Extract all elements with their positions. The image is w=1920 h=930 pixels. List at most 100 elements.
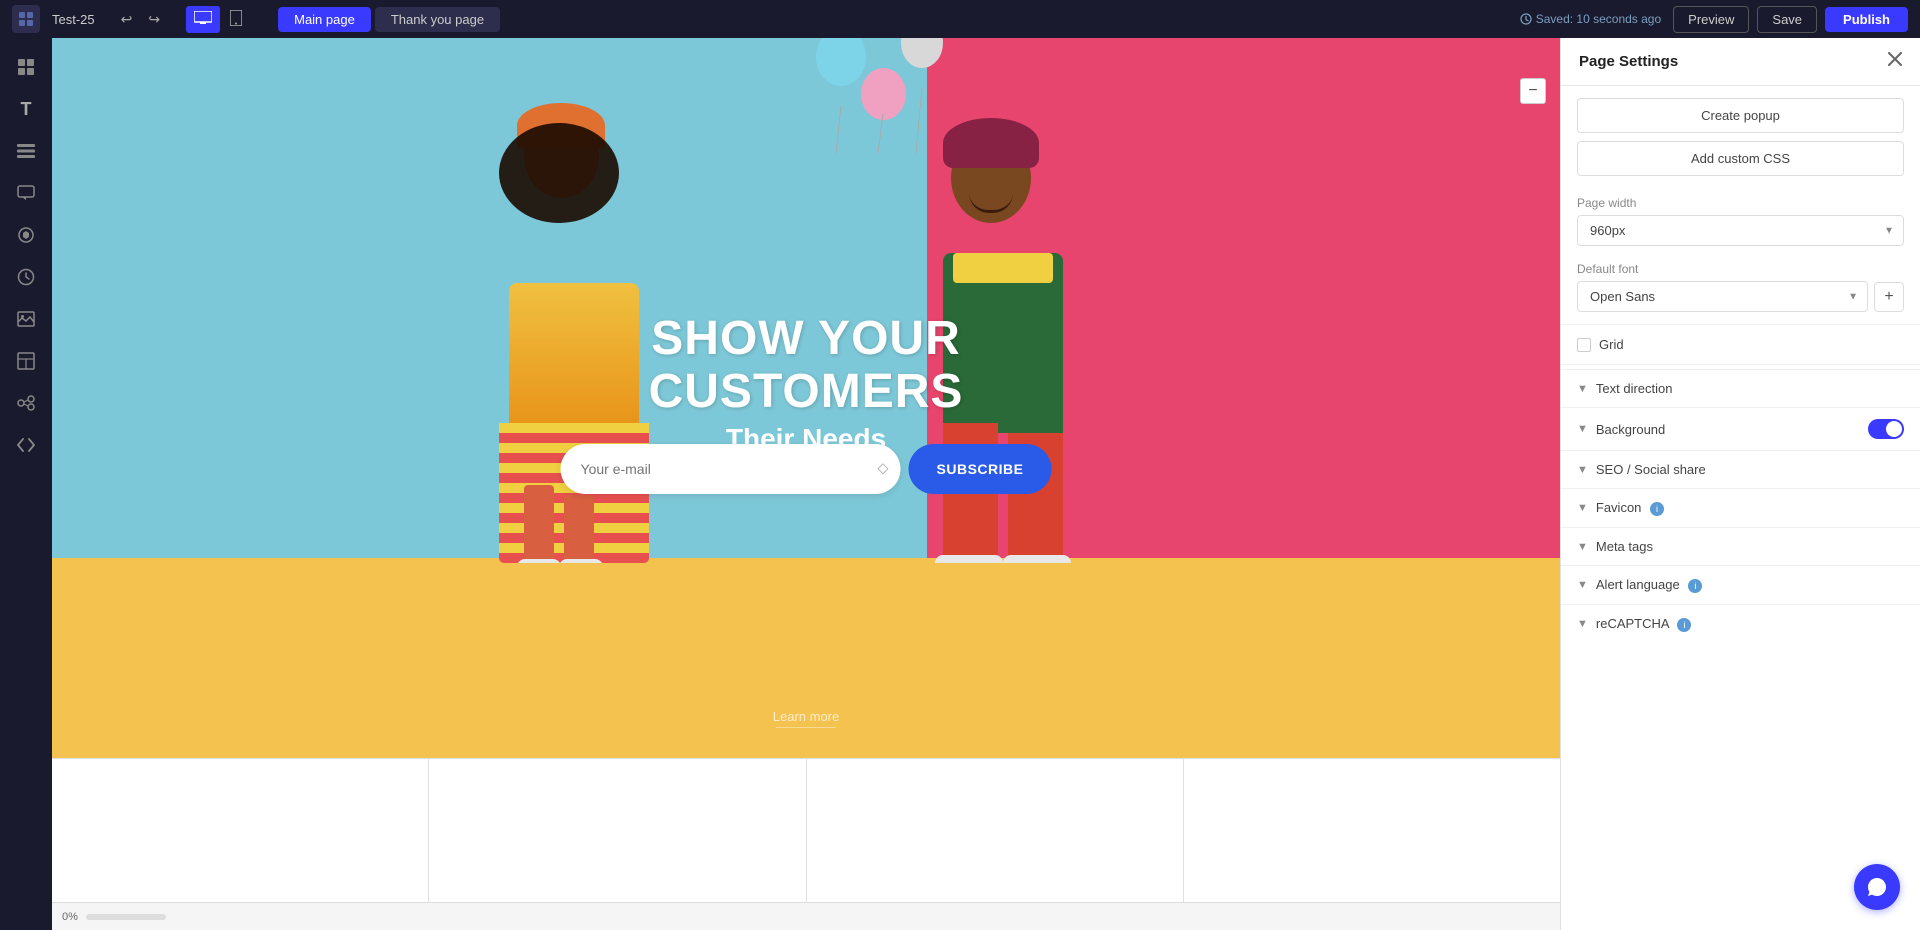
default-font-label: Default font [1577, 262, 1904, 276]
device-switcher [186, 6, 250, 33]
favicon-chevron-icon: ▼ [1577, 502, 1588, 514]
panel-title: Page Settings [1579, 53, 1678, 70]
sidebar-icon-widget[interactable] [7, 216, 45, 254]
sidebar-icon-integrations[interactable] [7, 384, 45, 422]
meta-tags-label: Meta tags [1596, 539, 1904, 554]
panel-actions: Create popup Add custom CSS [1561, 86, 1920, 188]
section-alert-language-header[interactable]: ▼ Alert language i [1561, 566, 1920, 604]
hero-bg-bottom [52, 558, 1560, 758]
panel-header: Page Settings [1561, 38, 1920, 86]
section-meta-tags-header[interactable]: ▼ Meta tags [1561, 528, 1920, 565]
font-select-wrap: Open Sans ▼ [1577, 281, 1868, 312]
page-title: Test-25 [52, 12, 95, 27]
alert-language-info-icon[interactable]: i [1688, 579, 1702, 593]
topbar-right: Preview Save Publish [1673, 6, 1908, 33]
sidebar-icon-text[interactable]: T [7, 90, 45, 128]
hero-text-block: SHOW YOUR CUSTOMERS Their Needs [506, 313, 1106, 455]
grid-checkbox-label: Grid [1599, 337, 1624, 352]
page-width-select[interactable]: 960px [1577, 215, 1904, 246]
recaptcha-label: reCAPTCHA i [1596, 616, 1904, 632]
redo-button[interactable]: ↪ [142, 7, 166, 32]
recaptcha-info-icon[interactable]: i [1677, 618, 1691, 632]
recaptcha-chevron-icon: ▼ [1577, 618, 1588, 630]
preview-button[interactable]: Preview [1673, 6, 1749, 33]
alert-language-chevron-icon: ▼ [1577, 579, 1588, 591]
learn-more-section: Learn more [773, 709, 839, 728]
sidebar-icon-layout[interactable] [7, 342, 45, 380]
save-status: Saved: 10 seconds ago [1520, 12, 1661, 26]
subscribe-button[interactable]: SUBSCRIBE [909, 444, 1052, 494]
section-alert-language: ▼ Alert language i [1561, 565, 1920, 604]
background-label: Background [1596, 422, 1868, 437]
panel-close-button[interactable] [1888, 52, 1902, 71]
undo-redo-group: ↩ ↪ [115, 7, 166, 32]
tab-thank-you-page[interactable]: Thank you page [375, 7, 500, 32]
progress-label: 0% [62, 911, 78, 923]
favicon-info-icon[interactable]: i [1650, 502, 1664, 516]
page-width-select-wrap: 960px ▼ [1577, 215, 1904, 246]
section-background: ▼ Background [1561, 407, 1920, 450]
add-custom-css-button[interactable]: Add custom CSS [1577, 141, 1904, 176]
default-font-field: Default font Open Sans ▼ + [1561, 254, 1920, 320]
progress-track [86, 914, 166, 920]
grid-checkbox-row: Grid [1561, 329, 1920, 360]
right-panel: Page Settings Create popup Add custom CS… [1560, 38, 1920, 930]
section-favicon: ▼ Favicon i [1561, 488, 1920, 527]
text-direction-chevron-icon: ▼ [1577, 383, 1588, 395]
font-row: Open Sans ▼ + [1577, 281, 1904, 312]
hero-section: SHOW YOUR CUSTOMERS Their Needs ⬦ SUBSCR… [52, 38, 1560, 758]
section-recaptcha-header[interactable]: ▼ reCAPTCHA i [1561, 605, 1920, 643]
section-meta-tags: ▼ Meta tags [1561, 527, 1920, 565]
favicon-label: Favicon i [1596, 500, 1904, 516]
sidebar-icon-rows[interactable] [7, 132, 45, 170]
learn-more-text[interactable]: Learn more [773, 709, 839, 724]
alert-language-label: Alert language i [1596, 577, 1904, 593]
email-input[interactable] [581, 461, 878, 477]
progress-bar: 0% [52, 902, 1560, 930]
section-seo-header[interactable]: ▼ SEO / Social share [1561, 451, 1920, 488]
background-toggle[interactable] [1868, 419, 1904, 439]
publish-button[interactable]: Publish [1825, 7, 1908, 32]
page-width-label: Page width [1577, 196, 1904, 210]
seo-label: SEO / Social share [1596, 462, 1904, 477]
sidebar-icon-image[interactable] [7, 300, 45, 338]
tab-main-page[interactable]: Main page [278, 7, 371, 32]
section-seo: ▼ SEO / Social share [1561, 450, 1920, 488]
add-font-button[interactable]: + [1874, 282, 1904, 312]
email-input-wrapper: ⬦ [561, 444, 901, 494]
text-direction-label: Text direction [1596, 381, 1904, 396]
meta-tags-chevron-icon: ▼ [1577, 541, 1588, 553]
tablet-device-button[interactable] [222, 6, 250, 33]
sidebar-icon-grid[interactable] [7, 48, 45, 86]
section-background-header[interactable]: ▼ Background [1561, 408, 1920, 450]
hero-email-form: ⬦ SUBSCRIBE [561, 444, 1052, 494]
left-sidebar: T [0, 38, 52, 930]
section-favicon-header[interactable]: ▼ Favicon i [1561, 489, 1920, 527]
panel-divider-2 [1561, 364, 1920, 365]
sidebar-icon-clock[interactable] [7, 258, 45, 296]
learn-more-underline [776, 727, 836, 728]
section-text-direction: ▼ Text direction [1561, 369, 1920, 407]
page-width-field: Page width 960px ▼ [1561, 188, 1920, 254]
grid-checkbox[interactable] [1577, 338, 1591, 352]
chat-button[interactable] [1854, 864, 1900, 910]
page-tabs: Main page Thank you page [278, 7, 500, 32]
main-canvas: SHOW YOUR CUSTOMERS Their Needs ⬦ SUBSCR… [52, 38, 1560, 930]
seo-chevron-icon: ▼ [1577, 464, 1588, 476]
topbar: Test-25 ↩ ↪ Main page Thank you page Sav… [0, 0, 1920, 38]
background-chevron-icon: ▼ [1577, 423, 1588, 435]
hero-title: SHOW YOUR CUSTOMERS [506, 313, 1106, 419]
panel-divider-1 [1561, 324, 1920, 325]
section-text-direction-header[interactable]: ▼ Text direction [1561, 370, 1920, 407]
logo [12, 5, 40, 33]
default-font-select[interactable]: Open Sans [1577, 281, 1868, 312]
undo-button[interactable]: ↩ [115, 7, 139, 32]
email-bar-icon: ⬦ [877, 460, 888, 478]
sidebar-icon-embed[interactable] [7, 426, 45, 464]
section-recaptcha: ▼ reCAPTCHA i [1561, 604, 1920, 643]
canvas-minus-button[interactable]: − [1520, 78, 1546, 104]
sidebar-icon-comment[interactable] [7, 174, 45, 212]
create-popup-button[interactable]: Create popup [1577, 98, 1904, 133]
desktop-device-button[interactable] [186, 6, 220, 33]
save-button[interactable]: Save [1757, 6, 1817, 33]
